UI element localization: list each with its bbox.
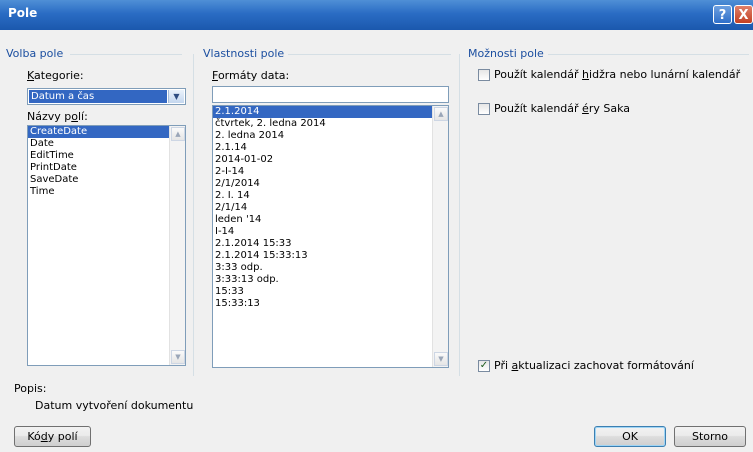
format-input[interactable] — [212, 86, 449, 103]
date-format-item[interactable]: leden '14 — [213, 214, 448, 226]
hidzra-checkbox[interactable] — [478, 69, 490, 81]
nazvy-poli-label: Názvy polí: — [27, 110, 88, 123]
popis-text: Datum vytvoření dokumentu — [35, 399, 194, 412]
divider-left — [193, 54, 194, 376]
help-button[interactable]: ? — [713, 5, 732, 24]
date-format-item[interactable]: 2014-01-02 — [213, 154, 448, 166]
scroll-up-icon[interactable]: ▲ — [434, 107, 448, 121]
field-name-item[interactable]: Time — [28, 186, 185, 198]
window-title: Pole — [8, 6, 38, 20]
date-format-item[interactable]: 15:33 — [213, 286, 448, 298]
volba-group-label: Volba pole — [6, 47, 68, 60]
kategorie-label: Kategorie: — [27, 69, 84, 82]
moznosti-group-line — [537, 54, 749, 55]
scroll-down-icon[interactable]: ▼ — [434, 352, 448, 366]
date-formats-scrollbar[interactable]: ▲ ▼ — [432, 106, 448, 367]
divider-right — [459, 54, 460, 376]
moznosti-group-label: Možnosti pole — [468, 47, 548, 60]
saka-checkbox[interactable] — [478, 103, 490, 115]
date-formats-list[interactable]: 2.1.2014 čtvrtek, 2. ledna 2014 2. ledna 2… — [212, 105, 449, 368]
title-bar[interactable]: Pole ? X — [0, 0, 753, 30]
close-icon: X — [738, 8, 749, 23]
field-name-item[interactable]: PrintDate — [28, 162, 185, 174]
date-format-item[interactable]: 2/1/2014 — [213, 178, 448, 190]
date-format-item[interactable]: 2. I. 14 — [213, 190, 448, 202]
preserve-formatting-label[interactable]: Při aktualizaci zachovat formátování — [494, 359, 694, 372]
date-format-item[interactable]: čtvrtek, 2. ledna 2014 — [213, 118, 448, 130]
kody-poli-button[interactable]: Kódy polí — [14, 426, 91, 447]
chevron-down-icon[interactable]: ▼ — [168, 90, 184, 103]
scroll-up-icon[interactable]: ▲ — [171, 127, 185, 141]
kategorie-select[interactable]: Datum a čas ▼ — [27, 88, 186, 105]
date-format-item[interactable]: 2.1.2014 15:33 — [213, 238, 448, 250]
date-format-item[interactable]: I-14 — [213, 226, 448, 238]
preserve-formatting-checkbox[interactable]: ✓ — [478, 360, 490, 372]
date-format-item[interactable]: 3:33:13 odp. — [213, 274, 448, 286]
field-name-item[interactable]: SaveDate — [28, 174, 185, 186]
popis-label: Popis: — [14, 382, 47, 395]
field-name-item[interactable]: CreateDate — [28, 126, 185, 138]
date-format-item[interactable]: 2.1.14 — [213, 142, 448, 154]
saka-checkbox-label[interactable]: Použít kalendář éry Saka — [494, 102, 630, 115]
checkmark-icon: ✓ — [479, 360, 489, 371]
date-format-item[interactable]: 3:33 odp. — [213, 262, 448, 274]
date-format-item[interactable]: 2.1.2014 — [213, 106, 448, 118]
vlastnosti-group-line — [275, 54, 451, 55]
date-format-item[interactable]: 2-I-14 — [213, 166, 448, 178]
formaty-label: Formáty data: — [212, 69, 290, 82]
date-format-item[interactable]: 2.1.2014 15:33:13 — [213, 250, 448, 262]
help-icon: ? — [718, 8, 727, 23]
ok-button[interactable]: OK — [594, 426, 666, 447]
field-name-item[interactable]: Date — [28, 138, 185, 150]
field-names-scrollbar[interactable]: ▲ ▼ — [169, 126, 185, 365]
storno-button[interactable]: Storno — [674, 426, 746, 447]
dialog-window: Pole ? X Volba pole Vlastnosti pole Možn… — [0, 0, 753, 452]
field-names-list[interactable]: CreateDate Date EditTime PrintDate SaveDate T… — [27, 125, 186, 366]
field-name-item[interactable]: EditTime — [28, 150, 185, 162]
scroll-down-icon[interactable]: ▼ — [171, 350, 185, 364]
vlastnosti-group-label: Vlastnosti pole — [203, 47, 289, 60]
volba-group-line — [70, 54, 182, 55]
close-button[interactable]: X — [734, 5, 753, 24]
date-format-item[interactable]: 15:33:13 — [213, 298, 448, 310]
date-format-item[interactable]: 2. ledna 2014 — [213, 130, 448, 142]
date-format-item[interactable]: 2/1/14 — [213, 202, 448, 214]
kategorie-selected-value: Datum a čas — [29, 90, 167, 103]
hidzra-checkbox-label[interactable]: Použít kalendář hidžra nebo lunární kale… — [494, 68, 740, 81]
